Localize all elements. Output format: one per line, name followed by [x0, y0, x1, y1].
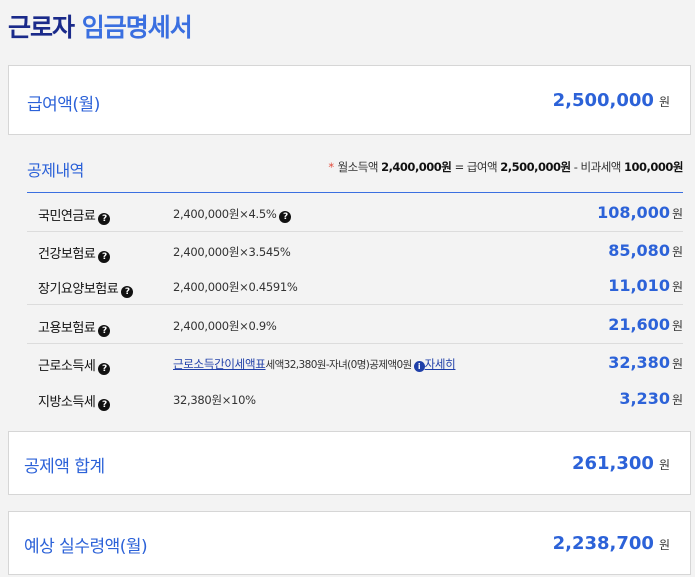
deduction-amount: 3,230 — [619, 389, 670, 408]
income-formula: * 월소득액 2,400,000원 = 급여액 2,500,000원 - 비과세액… — [328, 159, 683, 175]
formula-text1: 월소득액 — [337, 160, 379, 174]
formula-text2: = 급여액 — [454, 160, 498, 174]
deduction-name-wrap: 장기요양보험료? — [38, 278, 134, 298]
page-title-part1: 근로자 — [8, 13, 75, 42]
salary-label: 급여액(월) — [27, 95, 100, 115]
deduction-name-wrap: 근로소득세? — [38, 355, 111, 375]
net-pay-card: 예상 실수령액(월) 2,238,700 원 — [8, 511, 691, 575]
deduction-amount: 11,010 — [608, 276, 670, 295]
deduction-amount-wrap: 32,380 원 — [608, 353, 683, 372]
deduction-name-wrap: 건강보험료? — [38, 243, 111, 263]
deduction-name: 지방소득세 — [38, 395, 96, 410]
deductions-header: 공제내역 — [27, 161, 84, 180]
deduction-calc-wrap: 근로소득간이세액표세액32,380원-자녀(0명)공제액0원 i 자세히 — [173, 356, 456, 372]
deduction-row-local-tax: 지방소득세? 32,380원×10% 3,230 원 — [27, 380, 683, 418]
deduction-row-health-content: 건강보험료? 2,400,000원×3.545% 85,080 원 — [27, 232, 683, 270]
deduction-row-income-tax: 근로소득세? 근로소득간이세액표세액32,380원-자녀(0명)공제액0원 i 자세… — [27, 344, 683, 382]
deduction-name-wrap: 고용보험료? — [38, 317, 111, 337]
formula-text3: - 비과세액 — [573, 160, 622, 174]
salary-value-wrap: 2,500,000 원 — [553, 90, 670, 111]
net-pay-label: 예상 실수령액(월) — [24, 537, 148, 557]
net-pay-value-wrap: 2,238,700 원 — [553, 533, 670, 554]
deduction-calc: 2,400,000원×3.545% — [173, 245, 291, 259]
info-circle-icon[interactable]: i — [413, 361, 425, 372]
question-circle-icon[interactable]: ? — [121, 286, 134, 298]
deduction-unit: 원 — [671, 280, 683, 294]
salary-unit: 원 — [658, 95, 670, 109]
page-title-part2: 임금명세서 — [81, 13, 193, 42]
deduction-calc-rest: 세액32,380원-자녀(0명)공제액0원 — [265, 359, 413, 371]
question-circle-icon[interactable]: ? — [98, 363, 111, 375]
net-pay-unit: 원 — [658, 538, 670, 552]
deduction-amount-wrap: 11,010 원 — [608, 276, 683, 295]
net-pay-value: 2,238,700 — [552, 533, 654, 554]
deduction-name: 건강보험료 — [38, 247, 96, 262]
formula-value1: 2,400,000원 — [381, 160, 452, 174]
deduction-amount: 85,080 — [608, 241, 670, 260]
detail-link[interactable]: 자세히 — [425, 357, 456, 371]
formula-value2: 2,500,000원 — [500, 160, 571, 174]
deduction-name: 근로소득세 — [38, 359, 96, 374]
total-deduction-value-wrap: 261,300 원 — [572, 453, 670, 474]
question-circle-icon[interactable]: ? — [98, 325, 111, 337]
total-deduction-unit: 원 — [658, 458, 670, 472]
deduction-amount: 32,380 — [608, 353, 670, 372]
deduction-amount: 21,600 — [608, 315, 670, 334]
total-deduction-label: 공제액 합계 — [24, 457, 105, 477]
total-deduction-card: 공제액 합계 261,300 원 — [8, 431, 691, 495]
deduction-unit: 원 — [671, 357, 683, 371]
deduction-unit: 원 — [671, 393, 683, 407]
deduction-name-wrap: 지방소득세? — [38, 391, 111, 411]
question-circle-icon[interactable]: ? — [98, 251, 111, 263]
total-deduction-value: 261,300 — [571, 453, 654, 474]
question-circle-icon[interactable]: ? — [98, 399, 111, 411]
formula-asterisk: * — [328, 160, 334, 174]
deduction-calc: 2,400,000원×0.4591% — [173, 280, 298, 294]
deduction-unit: 원 — [671, 319, 683, 333]
deduction-amount-wrap: 85,080 원 — [608, 241, 683, 260]
deduction-amount-wrap: 3,230 원 — [619, 389, 683, 408]
tax-table-link[interactable]: 근로소득간이세액표 — [173, 357, 266, 371]
deduction-unit: 원 — [671, 245, 683, 259]
deduction-row-employment: 고용보험료? 2,400,000원×0.9% 21,600 원 — [27, 306, 683, 344]
deduction-calc: 2,400,000원×0.9% — [173, 319, 277, 333]
formula-value3: 100,000원 — [624, 160, 683, 174]
deduction-row-health — [27, 193, 683, 232]
salary-card: 급여액(월) 2,500,000 원 — [8, 65, 691, 135]
deduction-calc: 32,380원×10% — [173, 393, 256, 407]
deduction-name: 고용보험료 — [38, 321, 96, 336]
deduction-row-longterm: 장기요양보험료? 2,400,000원×0.4591% 11,010 원 — [27, 267, 683, 305]
deduction-name: 장기요양보험료 — [38, 282, 119, 297]
deduction-amount-wrap: 21,600 원 — [608, 315, 683, 334]
page-title: 근로자 임금명세서 — [8, 8, 193, 44]
salary-value: 2,500,000 — [552, 90, 654, 111]
